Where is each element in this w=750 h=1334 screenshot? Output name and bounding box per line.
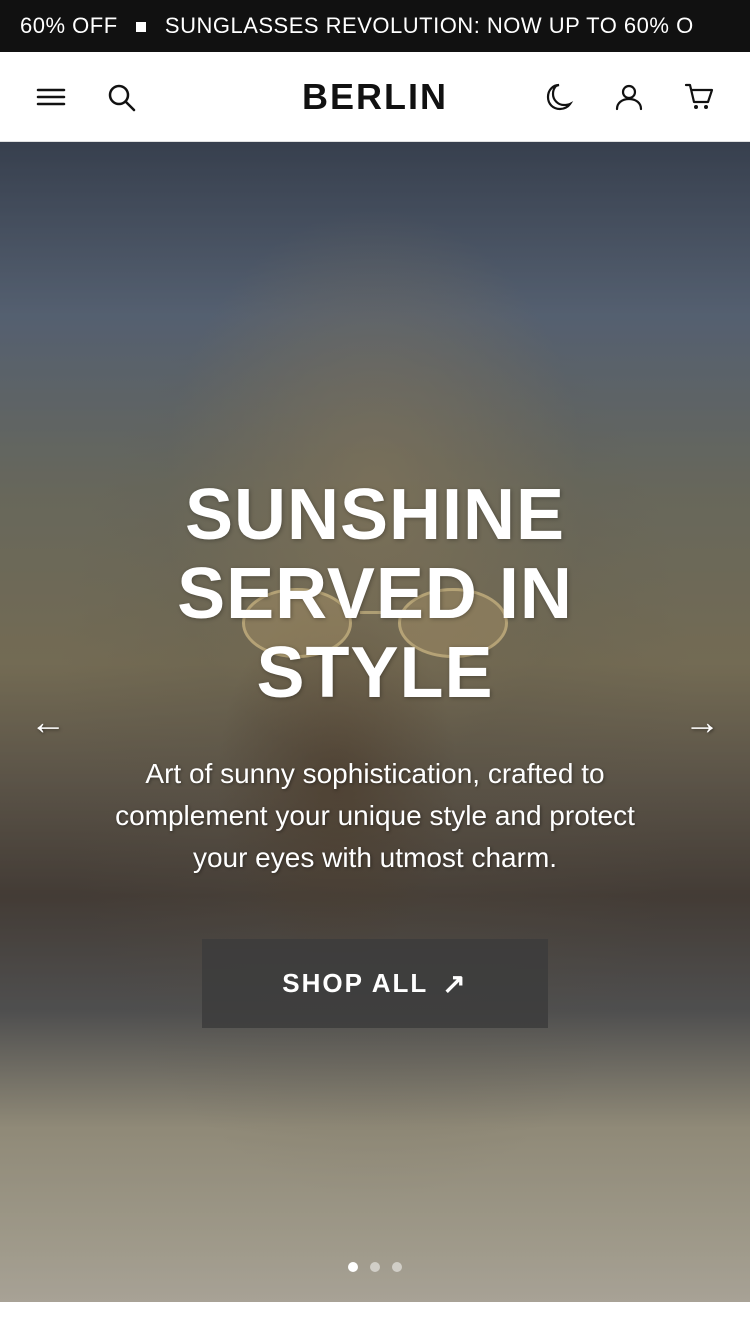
site-header: BERLIN bbox=[0, 52, 750, 142]
dark-mode-button[interactable] bbox=[538, 76, 580, 118]
hero-section: SUNSHINE SERVED IN STYLE Art of sunny so… bbox=[0, 142, 750, 1302]
shop-all-button[interactable]: SHOP ALL ↗ bbox=[202, 939, 547, 1028]
account-button[interactable] bbox=[608, 76, 650, 118]
brand-name[interactable]: BERLIN bbox=[302, 76, 448, 117]
search-icon bbox=[104, 80, 138, 114]
brand-logo-area: BERLIN bbox=[302, 76, 448, 118]
hamburger-icon bbox=[34, 80, 68, 114]
hero-content: SUNSHINE SERVED IN STYLE Art of sunny so… bbox=[0, 142, 750, 1302]
hero-next-button[interactable]: → bbox=[674, 691, 730, 753]
hero-subtitle: Art of sunny sophistication, crafted to … bbox=[115, 753, 635, 879]
shop-all-label: SHOP ALL bbox=[282, 968, 428, 999]
shop-all-arrow-icon: ↗ bbox=[442, 967, 467, 1000]
cart-icon bbox=[682, 80, 716, 114]
hero-title: SUNSHINE SERVED IN STYLE bbox=[60, 476, 690, 714]
hero-prev-button[interactable]: ← bbox=[20, 691, 76, 753]
cart-button[interactable] bbox=[678, 76, 720, 118]
header-right bbox=[538, 76, 720, 118]
announcement-text: 60% OFF SUNGLASSES REVOLUTION: NOW UP TO… bbox=[0, 13, 714, 39]
header-left bbox=[30, 76, 142, 118]
hero-dots bbox=[348, 1262, 402, 1272]
hero-dot-1[interactable] bbox=[348, 1262, 358, 1272]
announcement-bar: 60% OFF SUNGLASSES REVOLUTION: NOW UP TO… bbox=[0, 0, 750, 52]
account-icon bbox=[612, 80, 646, 114]
announcement-dot bbox=[136, 22, 146, 32]
moon-icon bbox=[542, 80, 576, 114]
prev-arrow-icon: ← bbox=[30, 701, 66, 742]
menu-button[interactable] bbox=[30, 76, 72, 118]
hero-dot-3[interactable] bbox=[392, 1262, 402, 1272]
search-button[interactable] bbox=[100, 76, 142, 118]
next-arrow-icon: → bbox=[684, 701, 720, 742]
hero-dot-2[interactable] bbox=[370, 1262, 380, 1272]
